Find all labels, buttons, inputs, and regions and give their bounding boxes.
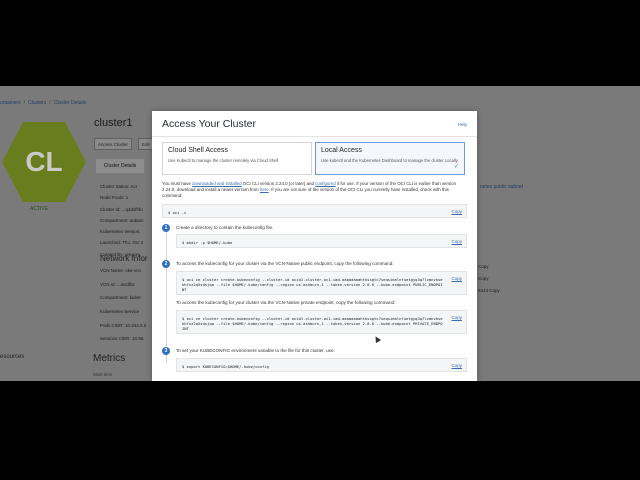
step-2-private-text: To access the kubeconfig for your cluste…	[176, 300, 396, 305]
copy-link[interactable]: Copy	[478, 276, 500, 288]
export-command-block: $ export KUBECONFIG=$HOME/.kube/config C…	[176, 358, 467, 372]
metrics-start-time-label: Start time	[93, 372, 113, 377]
step-2-text: To access the kubeconfig for your cluste…	[176, 261, 394, 266]
detail-row: VCN Name: oke-vcn	[100, 268, 142, 273]
cluster-details-list: Cluster Status: Act Node Pools: 1 Cluste…	[100, 184, 144, 263]
command-text: $ export KUBECONFIG=$HOME/.kube/config	[182, 364, 269, 369]
breadcrumb-current: Cluster Details	[53, 100, 87, 106]
command-text: $ mkdir -p $HOME/.kube	[182, 240, 233, 245]
detail-row: Kubernetes Version:	[100, 229, 141, 235]
detail-row: Launched: Thu, Oct 2	[100, 240, 144, 246]
detail-row: VCN Id: ...wcdfbz	[100, 281, 135, 287]
breadcrumb: ontainers / Clusters / Cluster Details	[0, 100, 87, 106]
copy-button[interactable]: Copy	[451, 239, 462, 244]
cluster-avatar: CL	[2, 122, 86, 202]
page-title: cluster1	[94, 117, 133, 129]
command-text: $ oci ce cluster create-kubeconfig --clu…	[182, 316, 443, 332]
subnet-link[interactable]: netes public subnet	[480, 184, 523, 190]
version-command-block: $ oci -v Copy	[162, 204, 467, 218]
copy-button[interactable]: Copy	[451, 363, 462, 368]
copy-button[interactable]: Copy	[451, 315, 462, 320]
detail-row: Compartment: kuber	[100, 295, 142, 301]
copy-link[interactable]: 6443 Copy	[478, 288, 500, 300]
detail-row: Node Pools: 1	[100, 195, 129, 201]
intro-text: You must have downloaded and installed O…	[162, 181, 457, 198]
detail-row: Services CIDR: 10.96.	[100, 336, 145, 342]
copy-button[interactable]: Copy	[451, 276, 462, 281]
network-details-list: VCN Name: oke-vcn VCN Id: ...wcdfbz Comp…	[100, 268, 146, 350]
access-cluster-dialog: Access Your Cluster Help Cloud Shell Acc…	[152, 111, 477, 381]
command-text: $ oci -v	[168, 210, 187, 215]
breadcrumb-item[interactable]: Clusters	[28, 100, 46, 106]
network-info-heading: Network Infor	[100, 254, 148, 263]
dialog-title: Access Your Cluster	[162, 118, 256, 130]
here-link[interactable]: here	[260, 187, 269, 192]
command-text: $ oci ce cluster create-kubeconfig --clu…	[182, 277, 443, 293]
detail-row: Pods CIDR: 10.244.0.0	[100, 322, 147, 328]
breadcrumb-item[interactable]: ontainers	[0, 100, 21, 106]
step-1-badge: 1	[162, 224, 170, 232]
private-endpoint-command-block: $ oci ce cluster create-kubeconfig --clu…	[176, 310, 467, 334]
step-3-text: To set your KUBECONFIG environment varia…	[176, 348, 335, 353]
help-link[interactable]: Help	[458, 122, 467, 127]
copy-button[interactable]: Copy	[451, 209, 462, 214]
detail-row: Cluster Id: ...q2dsfhfu	[100, 206, 143, 212]
access-cluster-button[interactable]: Access Cluster	[94, 138, 133, 150]
check-icon: ✓	[453, 164, 459, 170]
option-description: Use kubectl and the Kubernetes Dashboard…	[321, 158, 459, 163]
option-cloud-shell-access[interactable]: Cloud Shell Access Use Kubectl to manage…	[162, 142, 312, 175]
metrics-heading: Metrics	[93, 353, 126, 364]
copy-link[interactable]: Copy	[478, 264, 500, 276]
download-link[interactable]: downloaded and installed	[192, 181, 242, 186]
tab-cluster-details[interactable]: Cluster Details	[96, 159, 144, 173]
option-local-access[interactable]: Local Access Use kubectl and the Kuberne…	[315, 142, 465, 175]
resources-heading: esources	[0, 354, 25, 360]
mkdir-command-block: $ mkdir -p $HOME/.kube Copy	[176, 234, 467, 248]
option-title: Cloud Shell Access	[168, 147, 228, 154]
public-endpoint-command-block: $ oci ce cluster create-kubeconfig --clu…	[176, 271, 467, 295]
detail-row: Compartment: aubam	[100, 217, 144, 223]
endpoint-copy-list: Copy Copy 6443 Copy	[478, 264, 500, 300]
detail-row: Kubernetes Service	[100, 309, 140, 315]
step-2-badge: 2	[162, 260, 170, 268]
step-1-text: Create a directory to contain the kubeco…	[176, 225, 274, 230]
status-label: ACTIVE	[30, 206, 49, 212]
steps-connector-line	[165, 233, 167, 363]
step-3-badge: 3	[162, 347, 170, 355]
option-description: Use Kubectl to manage the cluster remote…	[168, 158, 279, 163]
detail-row: Cluster Status: Act	[100, 184, 138, 189]
option-title: Local Access	[321, 147, 362, 154]
dialog-divider	[152, 136, 477, 137]
configured-link[interactable]: configured	[315, 181, 336, 186]
